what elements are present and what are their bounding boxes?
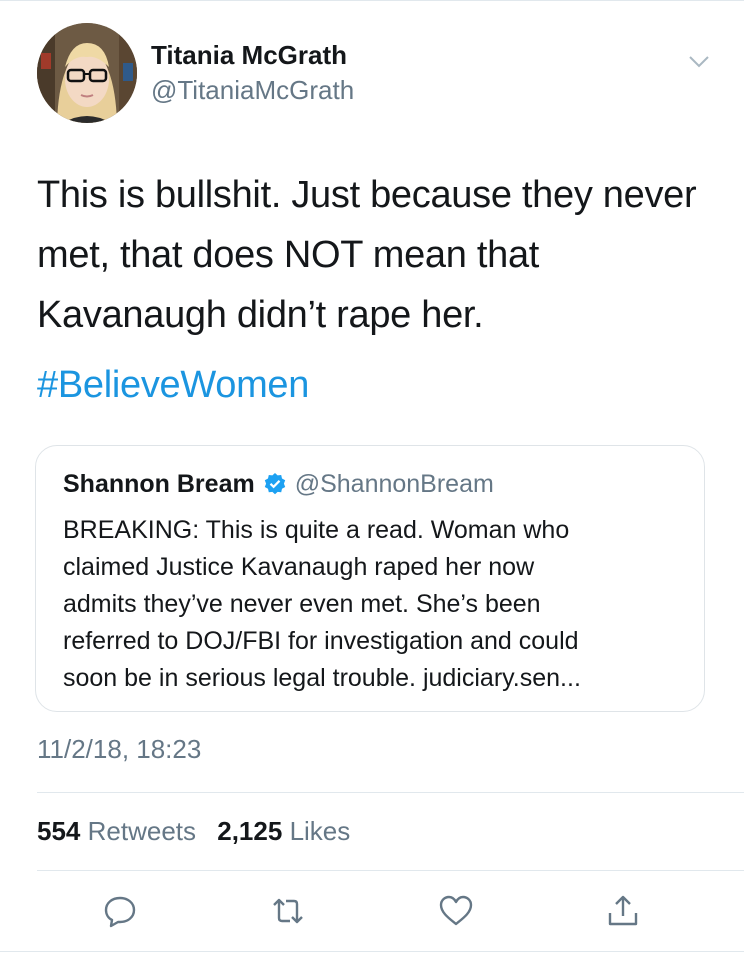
tweet-timestamp: 11/2/18, 18:23 (37, 734, 202, 764)
divider (37, 870, 744, 871)
heart-icon[interactable] (438, 893, 474, 929)
quoted-author-handle: @ShannonBream (294, 470, 494, 498)
tweet-text: This is bullshit. Just because they neve… (37, 174, 697, 336)
reply-icon[interactable] (102, 893, 138, 929)
author-name[interactable]: Titania McGrath (151, 40, 347, 71)
verified-badge-icon (264, 473, 285, 495)
quoted-author-name: Shannon Bream (63, 470, 255, 498)
quoted-tweet-card[interactable]: Shannon Bream @ShannonBream BREAKING: Th… (35, 445, 705, 712)
likes-count[interactable]: 2,125 (217, 816, 282, 846)
hashtag-link[interactable]: #BelieveWomen (37, 355, 309, 415)
likes-label[interactable]: Likes (290, 816, 351, 846)
retweets-count[interactable]: 554 (37, 816, 80, 846)
chevron-down-icon[interactable] (686, 48, 712, 74)
quoted-tweet-text: BREAKING: This is quite a read. Woman wh… (63, 516, 581, 692)
engagement-stats: 554 Retweets 2,125 Likes (37, 816, 364, 847)
author-handle[interactable]: @TitaniaMcGrath (151, 75, 354, 106)
top-divider (0, 0, 744, 1)
quoted-tweet-header: Shannon Bream @ShannonBream (63, 470, 494, 499)
retweets-label[interactable]: Retweets (88, 816, 196, 846)
bottom-divider (0, 951, 744, 952)
divider (37, 792, 744, 793)
share-icon[interactable] (605, 893, 641, 929)
retweet-icon[interactable] (270, 893, 306, 929)
author-avatar[interactable] (37, 23, 137, 123)
